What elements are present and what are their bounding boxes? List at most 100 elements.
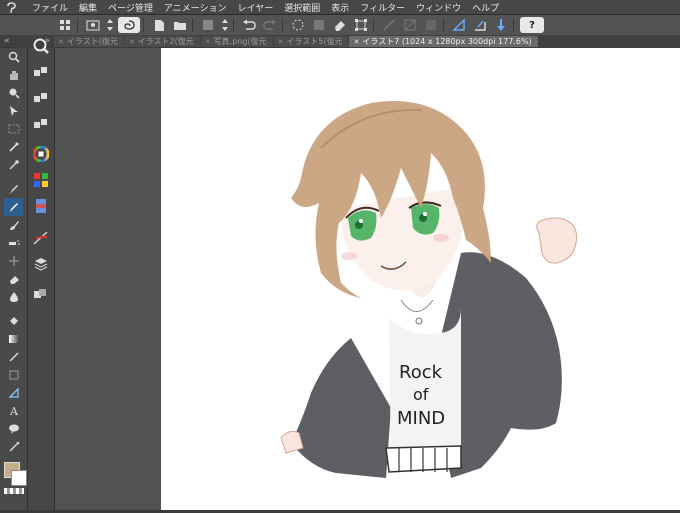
magnify-tool-icon[interactable] <box>4 84 23 102</box>
command-bar: ? <box>0 15 680 36</box>
menu-edit[interactable]: 編集 <box>79 1 97 14</box>
tab-label: イラスト7 (1024 x 1280px 300dpi 177.6%) <box>362 37 532 46</box>
ruler-tool-icon[interactable] <box>450 17 468 33</box>
quick-zoom-icon[interactable] <box>31 36 51 56</box>
help-button[interactable]: ? <box>520 17 544 33</box>
tool-palette: A <box>0 48 28 510</box>
brush-tool-icon[interactable] <box>4 216 23 234</box>
document-tab[interactable]: ✕ イラスト2(復元 <box>124 36 200 47</box>
grid-view-icon[interactable] <box>56 17 74 33</box>
eraser-tool-icon[interactable] <box>4 270 23 288</box>
toolbar-divider <box>143 18 144 32</box>
menu-view[interactable]: 表示 <box>331 1 349 14</box>
auto-select-tool-icon[interactable] <box>4 138 23 156</box>
color-swatches <box>2 460 28 500</box>
layer-move-icon[interactable] <box>401 17 419 33</box>
fill-tool-icon[interactable] <box>4 312 23 330</box>
collapse-left-icon[interactable]: « <box>4 36 10 46</box>
tab-label: イラスト5(復元 <box>286 37 343 46</box>
menu-layer[interactable]: レイヤー <box>238 1 274 14</box>
document-tab[interactable]: ✕ イラスト(復元 <box>54 36 124 47</box>
hand-tool-icon[interactable] <box>4 66 23 84</box>
color-wheel-icon[interactable] <box>31 144 51 164</box>
zoom-tool-icon[interactable] <box>4 48 23 66</box>
shirt-text-rock: Rock <box>399 362 443 383</box>
layer-order-stepper-icon[interactable] <box>220 17 230 33</box>
balloon-tool-icon[interactable] <box>4 420 23 438</box>
new-file-icon[interactable] <box>150 17 168 33</box>
selection-tool-icon[interactable] <box>4 120 23 138</box>
correct-line-tool-icon[interactable] <box>4 438 23 456</box>
airbrush-tool-icon[interactable] <box>4 234 23 252</box>
svg-text:A: A <box>9 405 19 417</box>
sub-tool-group-icon[interactable] <box>31 88 51 108</box>
document-tab[interactable]: ✕ 写真.png(復元 <box>200 36 273 47</box>
toolbar-divider <box>373 18 374 32</box>
transform-icon[interactable] <box>352 17 370 33</box>
help-icon: ? <box>529 19 535 31</box>
sub-color-swatch[interactable] <box>11 470 27 486</box>
figure-tool-icon[interactable] <box>4 348 23 366</box>
toolbar-divider <box>443 18 444 32</box>
shirt-text-of: of <box>413 385 429 404</box>
menu-animation[interactable]: アニメーション <box>164 1 227 14</box>
close-tab-icon[interactable]: ✕ <box>58 38 64 46</box>
ruler-tool-icon[interactable] <box>4 384 23 402</box>
tab-label: イラスト(復元 <box>66 37 118 46</box>
toolbar-divider <box>513 18 514 32</box>
redo-icon[interactable] <box>261 17 279 33</box>
layer-stack-icon[interactable] <box>31 254 51 274</box>
document-tab[interactable]: ✕ イラスト5(復元 <box>273 36 349 47</box>
snap-ruler-icon[interactable] <box>471 17 489 33</box>
gradient-tool-icon[interactable] <box>4 330 23 348</box>
pen-tool-icon[interactable] <box>4 180 23 198</box>
close-tab-icon[interactable]: ✕ <box>129 38 135 46</box>
close-tab-icon[interactable]: ✕ <box>278 38 284 46</box>
toolbar-divider <box>77 18 78 32</box>
eraser-selection-icon[interactable] <box>331 17 349 33</box>
layer-from-selection-icon[interactable] <box>380 17 398 33</box>
menu-file[interactable]: ファイル <box>32 1 68 14</box>
image-window-icon[interactable] <box>84 17 102 33</box>
open-folder-icon[interactable] <box>171 17 189 33</box>
navigator-icon[interactable] <box>31 284 51 304</box>
menu-page[interactable]: ページ管理 <box>108 1 153 14</box>
toolbar-divider <box>282 18 283 32</box>
canvas-illustration: Rock of MIND <box>280 101 577 478</box>
menu-selection[interactable]: 選択範囲 <box>284 1 320 14</box>
brush-size-icon[interactable] <box>31 228 51 248</box>
menu-help[interactable]: ヘルプ <box>472 1 499 14</box>
close-tab-icon[interactable]: ✕ <box>353 38 359 46</box>
eyedropper-tool-icon[interactable] <box>4 156 23 174</box>
frame-border-tool-icon[interactable] <box>4 366 23 384</box>
transparent-color-swatch[interactable] <box>4 488 24 494</box>
close-tab-icon[interactable]: ✕ <box>205 38 211 46</box>
combine-layers-icon[interactable] <box>422 17 440 33</box>
undo-icon[interactable] <box>240 17 258 33</box>
toolbar-divider <box>192 18 193 32</box>
text-tool-icon[interactable]: A <box>4 402 23 420</box>
canvas-paper[interactable]: Rock of MIND <box>161 48 680 510</box>
pencil-tool-icon[interactable] <box>4 198 23 216</box>
decoration-tool-icon[interactable] <box>4 252 23 270</box>
tab-label: イラスト2(復元 <box>137 37 194 46</box>
blend-tool-icon[interactable] <box>4 288 23 306</box>
color-history-icon[interactable] <box>31 196 51 216</box>
app-logo-icon[interactable] <box>4 0 18 14</box>
operation-tool-icon[interactable] <box>4 102 23 120</box>
clear-selection-icon[interactable] <box>289 17 307 33</box>
sub-tool-group-icon[interactable] <box>31 62 51 82</box>
sub-tool-palette <box>28 38 55 510</box>
color-set-icon[interactable] <box>31 170 51 190</box>
menu-filter[interactable]: フィルター <box>360 1 405 14</box>
clip-studio-logo-button[interactable] <box>118 17 140 33</box>
shirt-text-mind: MIND <box>397 408 445 429</box>
snap-down-arrow-icon[interactable] <box>492 17 510 33</box>
save-icon[interactable] <box>199 17 217 33</box>
menu-window[interactable]: ウィンドウ <box>416 1 461 14</box>
toolbar-divider <box>233 18 234 32</box>
stepper-up-down-icon[interactable] <box>105 17 115 33</box>
document-tab-active[interactable]: ✕ イラスト7 (1024 x 1280px 300dpi 177.6%) <box>349 36 538 47</box>
fill-selection-icon[interactable] <box>310 17 328 33</box>
sub-tool-group-icon[interactable] <box>31 114 51 134</box>
